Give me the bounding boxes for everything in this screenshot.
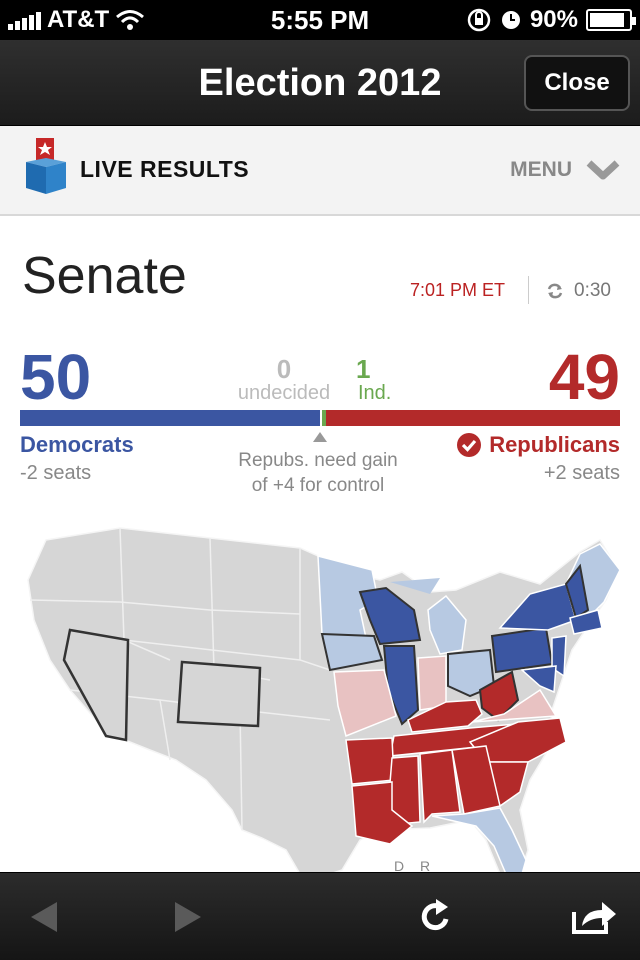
back-button[interactable] (14, 873, 74, 960)
close-button[interactable]: Close (524, 55, 630, 111)
checkmark-circle-icon (457, 433, 482, 457)
live-results-label: LIVE RESULTS (80, 156, 250, 182)
ballot-box-logo-icon (26, 138, 66, 194)
refresh-countdown: 0:30 (574, 280, 611, 301)
democrats-change: -2 seats (20, 462, 92, 484)
browser-toolbar (0, 872, 640, 960)
share-button[interactable] (562, 873, 626, 960)
forward-button[interactable] (158, 873, 218, 960)
divider (528, 276, 529, 304)
independent-label: Ind. (358, 382, 392, 404)
majority-marker-icon (313, 432, 327, 442)
menu-label: MENU (510, 158, 572, 181)
majority-divider (320, 410, 322, 426)
undecided-label: undecided (237, 382, 331, 404)
senate-results-map[interactable] (0, 510, 640, 874)
control-note: Repubs. need gain of +4 for control (220, 448, 416, 498)
back-arrow-icon (31, 902, 57, 932)
republicans-change: +2 seats (543, 462, 620, 484)
navigation-bar: Election 2012 Close (0, 40, 640, 126)
state-pennsylvania[interactable] (490, 626, 554, 674)
undecided-count: 0 (276, 354, 292, 384)
democrats-label: Democrats (20, 432, 134, 457)
site-header: LIVE RESULTS MENU (0, 126, 640, 216)
republicans-label: Republicans (489, 432, 620, 457)
battery-icon (586, 9, 636, 31)
refresh-icon (547, 283, 563, 299)
section-title: Senate (22, 247, 187, 305)
republican-seat-count: 49 (548, 341, 620, 413)
share-icon (572, 902, 616, 934)
democrat-bar-segment (20, 410, 320, 426)
auto-refresh[interactable]: 0:30 (546, 280, 611, 302)
rotation-lock-icon (467, 8, 491, 32)
forward-arrow-icon (175, 902, 201, 932)
state-indiana[interactable] (417, 655, 447, 711)
state-arkansas[interactable] (345, 737, 395, 785)
democrat-seat-count: 50 (20, 341, 92, 413)
update-timestamp: 7:01 PM ET (410, 280, 506, 300)
control-note-line: of +4 for control (251, 475, 385, 496)
republican-bar-segment (326, 410, 620, 426)
us-map (27, 527, 621, 874)
republicans-label-group: Republicans (457, 432, 620, 458)
chevron-down-icon (586, 160, 620, 180)
battery-percent: 90% (529, 6, 578, 33)
alarm-clock-icon (501, 11, 520, 29)
reload-icon (421, 899, 449, 931)
independent-count: 1 (356, 354, 371, 384)
status-bar: AT&T 5:55 PM 90% (0, 0, 640, 40)
menu-button[interactable]: MENU (510, 158, 620, 182)
state-colorado[interactable] (176, 660, 262, 728)
reload-button[interactable] (406, 873, 466, 960)
status-right: 90% (466, 6, 636, 34)
control-note-line: Repubs. need gain (238, 450, 398, 471)
